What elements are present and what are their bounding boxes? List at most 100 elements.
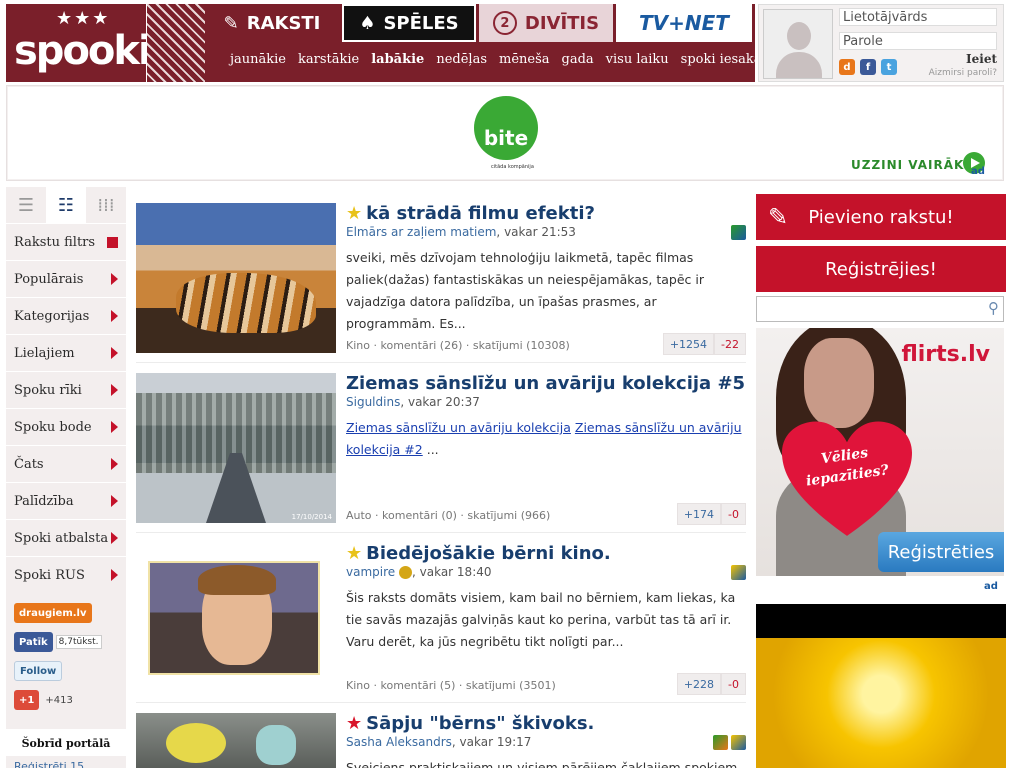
sidebar-item-palidziba[interactable]: Palīdzība: [6, 482, 126, 519]
article-item: ★ Biedējošākie bērni kino. vampire , vaka…: [136, 543, 746, 695]
add-article-button[interactable]: ✎ Pievieno rakstu!: [756, 194, 1006, 240]
google-plus-button[interactable]: +1: [14, 690, 40, 710]
register-label: Reģistrējies!: [825, 258, 937, 280]
portal-registered-line[interactable]: Reģistrēti 15: [6, 756, 126, 768]
password-field[interactable]: Parole: [839, 32, 997, 50]
vote-down-button[interactable]: -22: [714, 333, 746, 355]
sidebar-item-spoki-rus[interactable]: Spoki RUS: [6, 556, 126, 593]
bite-logo: bite: [474, 96, 538, 160]
subnav-spoki-iesaka[interactable]: spoki iesaka: [681, 52, 762, 67]
vote-up-button[interactable]: +228: [676, 673, 722, 695]
forgot-password-link[interactable]: Aizmirsi paroli?: [929, 68, 997, 78]
article-title[interactable]: ★ Sāpju "bērns" škivoks.: [346, 713, 594, 734]
ad-person-face: [804, 338, 874, 428]
article-footer: Auto · komentāri (0) · skatījumi (966): [346, 509, 551, 522]
article-badges: [713, 735, 746, 750]
sidebar-item-spoki-atbalsta[interactable]: Spoki atbalsta: [6, 519, 126, 556]
twitter-login-icon[interactable]: t: [881, 59, 897, 75]
article-title-text[interactable]: Sāpju "bērns" škivoks.: [366, 713, 594, 734]
article-votes: +174 -0: [676, 503, 746, 525]
article-thumbnail[interactable]: [136, 543, 336, 693]
view-list-icon[interactable]: ☷: [46, 187, 86, 223]
article-title-text[interactable]: kā strādā filmu efekti?: [366, 203, 595, 224]
sidebar-item-label: Spoku bode: [14, 419, 92, 435]
related-link[interactable]: Ziemas sānslīžu un avāriju kolekcija: [346, 420, 571, 435]
search-input[interactable]: ⚲: [756, 296, 1004, 322]
subnav-labakie[interactable]: labākie: [371, 52, 424, 67]
article-title-text[interactable]: Biedējošākie bērni kino.: [366, 543, 611, 564]
article-thumbnail[interactable]: 17/10/2014: [136, 373, 336, 523]
sidebar-item-lielajiem[interactable]: Lielajiem: [6, 334, 126, 371]
facebook-login-icon[interactable]: f: [860, 59, 876, 75]
article-meta: Siguldins, vakar 20:37: [346, 395, 480, 409]
facebook-like-button[interactable]: Patīk: [14, 632, 53, 652]
article-category[interactable]: Kino: [346, 679, 370, 692]
tab-speles[interactable]: ♠ SPĒLES: [342, 4, 476, 42]
ad-label: ad: [984, 581, 998, 592]
subnav-gada[interactable]: gada: [562, 52, 594, 67]
view-toggle: ☰ ☷ ⁞⁞⁞: [6, 187, 126, 223]
tab-tvnet[interactable]: TV+NET: [616, 4, 752, 42]
subnav-menesa[interactable]: mēneša: [499, 52, 550, 67]
sidebar-item-kategorijas[interactable]: Kategorijas: [6, 297, 126, 334]
article-thumbnail[interactable]: [136, 203, 336, 353]
flirts-register-button[interactable]: Reģistrēties: [878, 532, 1004, 572]
pencil-icon: ✎: [768, 203, 789, 231]
sidebar-item-popularais[interactable]: Populārais: [6, 260, 126, 297]
google-plus-count: +413: [45, 694, 73, 706]
article-author[interactable]: Sasha Aleksandrs: [346, 735, 452, 749]
subnav-jaunakie[interactable]: jaunākie: [230, 52, 286, 67]
banner-cta[interactable]: UZZINI VAIRĀK: [851, 158, 964, 172]
username-field[interactable]: Lietotājvārds: [839, 8, 997, 26]
logo-stars-icon: ★★★: [56, 8, 111, 29]
article-comments[interactable]: komentāri (0): [382, 509, 457, 522]
square-icon: [107, 236, 118, 248]
sidebar-item-label: Rakstu filtrs: [14, 234, 96, 250]
article-item: 17/10/2014 Ziemas sānslīžu un avāriju ko…: [136, 373, 746, 525]
article-comments[interactable]: komentāri (26): [380, 339, 462, 352]
article-item: ★ Sāpju "bērns" škivoks. Sasha Aleksandrs…: [136, 713, 746, 768]
vote-down-button[interactable]: -0: [721, 503, 746, 525]
login-button[interactable]: Ieiet: [966, 52, 997, 66]
sidebar-item-label: Čats: [14, 456, 44, 472]
sidebar-item-spoku-bode[interactable]: Spoku bode: [6, 408, 126, 445]
search-icon[interactable]: ⚲: [988, 299, 999, 317]
tab-raksti[interactable]: ✎ RAKSTI: [207, 4, 337, 42]
tab-divitis[interactable]: 2 DIVĪTIS: [479, 4, 613, 42]
article-author[interactable]: Elmārs ar zaļiem matiem: [346, 225, 496, 239]
red-star-icon: ★: [346, 713, 363, 734]
divider: [136, 532, 746, 533]
gold-ad[interactable]: [756, 604, 1006, 768]
article-author[interactable]: Siguldins: [346, 395, 400, 409]
sidebar-item-spoku-riki[interactable]: Spoku rīki: [6, 371, 126, 408]
vote-down-button[interactable]: -0: [721, 673, 746, 695]
article-category[interactable]: Kino: [346, 339, 370, 352]
flirts-ad[interactable]: Vēlies iepazīties? flirts.lv Reģistrētie…: [756, 328, 1004, 576]
tab-label: SPĒLES: [383, 12, 459, 34]
article-title[interactable]: Ziemas sānslīžu un avāriju kolekcija #5: [346, 373, 745, 394]
article-title[interactable]: ★ Biedējošākie bērni kino.: [346, 543, 611, 564]
article-author[interactable]: vampire: [346, 565, 395, 579]
draugiem-login-icon[interactable]: d: [839, 59, 855, 75]
draugiem-button[interactable]: draugiem.lv: [14, 603, 92, 623]
vote-up-button[interactable]: +1254: [662, 333, 715, 355]
vote-up-button[interactable]: +174: [676, 503, 722, 525]
sidebar-item-cats[interactable]: Čats: [6, 445, 126, 482]
view-grid-icon[interactable]: ⁞⁞⁞: [86, 187, 126, 223]
article-title-text[interactable]: Ziemas sānslīžu un avāriju kolekcija #5: [346, 373, 745, 394]
article-category[interactable]: Auto: [346, 509, 372, 522]
article-comments[interactable]: komentāri (5): [380, 679, 455, 692]
sidebar-item-rakstu-filtrs[interactable]: Rakstu filtrs: [6, 223, 126, 260]
spoki-logo[interactable]: ★★★ spooki: [6, 4, 152, 82]
article-thumbnail[interactable]: [136, 713, 336, 768]
two-lati-coin-icon: 2: [492, 11, 517, 35]
subnav-nedelas[interactable]: nedēļas: [436, 52, 487, 67]
register-button[interactable]: Reģistrējies!: [756, 246, 1006, 292]
bite-banner-ad[interactable]: bite citāda kompānija UZZINI VAIRĀK ad: [6, 85, 1004, 181]
twitter-follow-button[interactable]: Follow: [14, 661, 63, 681]
subnav-karstakie[interactable]: karstākie: [298, 52, 359, 67]
article-title[interactable]: ★ kā strādā filmu efekti?: [346, 203, 595, 224]
view-compact-list-icon[interactable]: ☰: [6, 187, 46, 223]
subnav-visu-laiku[interactable]: visu laiku: [606, 52, 669, 67]
article-views: skatījumi (3501): [465, 679, 556, 692]
